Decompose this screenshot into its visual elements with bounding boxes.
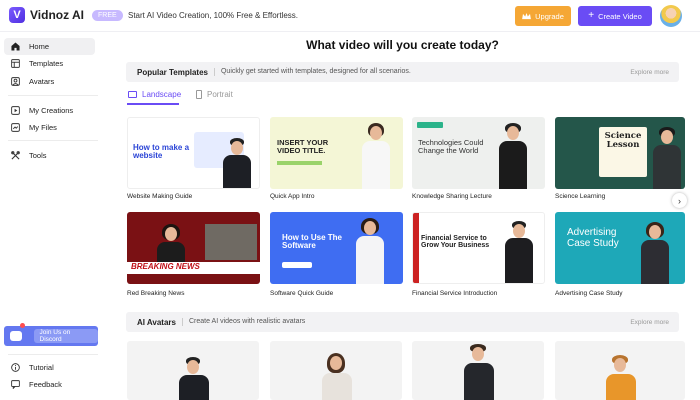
sidebar-item-label: Avatars [29,77,55,86]
user-avatar[interactable] [660,5,682,27]
logo-text: Vidnoz AI [30,8,84,22]
notification-dot [20,323,25,328]
explore-more-link[interactable]: Explore more [630,69,669,76]
template-card-software-quick-guide[interactable]: How to Use The Software [270,212,403,284]
thumb-title: Science Lesson [604,131,642,150]
create-video-label: Create Video [598,11,642,21]
template-caption: Quick App Intro [270,193,315,200]
portrait-icon [196,90,202,99]
sidebar-item-label: My Creations [29,106,74,115]
template-card-red-breaking-news[interactable]: BREAKING NEWS [127,212,260,284]
landscape-icon [128,91,137,98]
plus-icon: + [588,10,595,21]
template-caption: Science Learning [555,193,606,200]
crown-icon [522,12,531,19]
divider [8,95,98,96]
template-caption: Website Making Guide [127,193,193,200]
thumb-title: INSERT YOUR VIDEO TITLE. [277,138,329,155]
thumb-title: How to make a website [133,143,190,161]
sidebar-item-label: Feedback [29,380,62,389]
upgrade-button[interactable]: Upgrade [515,6,571,26]
sidebar-item-tools[interactable]: Tools [4,147,95,164]
avatars-icon [11,77,20,86]
sidebar-item-label: Tools [29,151,47,160]
template-caption: Advertising Case Study [555,290,623,297]
template-card-science-learning[interactable]: Science Lesson [555,117,685,189]
avatar-card[interactable] [127,341,259,400]
section-description: Create AI videos with realistic avatars [181,318,305,326]
divider [8,354,98,355]
free-badge: FREE [92,9,123,21]
logo-icon: V [9,7,25,23]
tab-label: Landscape [142,90,182,99]
top-bar: V Vidnoz AI FREE Start AI Video Creation… [0,0,700,32]
sidebar-item-label: Templates [29,59,64,68]
templates-section-header: Popular Templates Quickly get started wi… [126,62,679,82]
discord-banner[interactable]: Join Us on Discord [4,323,98,346]
play-icon [11,106,20,115]
logo[interactable]: V Vidnoz AI FREE [9,7,123,23]
create-video-button[interactable]: + Create Video [578,6,652,26]
template-caption: Software Quick Guide [270,290,334,297]
sidebar-item-my-files[interactable]: My Files [4,119,95,136]
discord-icon [10,331,22,341]
page-title: What video will you create today? [306,38,499,52]
info-icon [11,363,20,372]
template-card-advertising-case-study[interactable]: Advertising Case Study [555,212,685,284]
join-discord-button[interactable]: Join Us on Discord [33,329,98,343]
thumb-graphic [413,213,419,283]
template-caption: Financial Service Introduction [412,290,498,297]
template-caption: Knowledge Sharing Lecture [412,193,492,200]
sidebar-item-home[interactable]: Home [4,38,95,55]
thumb-title: Financial Service to Grow Your Business [421,235,490,250]
thumb-title: Advertising Case Study [567,227,619,249]
section-title: AI Avatars [137,317,176,327]
sidebar-item-feedback[interactable]: Feedback [4,376,95,393]
sidebar-item-tutorial[interactable]: Tutorial [4,359,95,376]
tab-portrait[interactable]: Portrait [196,90,233,99]
tab-landscape[interactable]: Landscape [128,90,181,99]
feedback-icon [11,380,20,389]
home-icon [11,42,20,51]
thumb-title: BREAKING NEWS [131,262,200,271]
avatar-card[interactable] [270,341,402,400]
template-card-financial-service[interactable]: Financial Service to Grow Your Business [412,212,545,284]
divider [8,140,98,141]
template-card-knowledge-sharing[interactable]: Technologies Could Change the World [412,117,545,189]
section-description: Quickly get started with templates, desi… [213,68,411,76]
thumb-title: Technologies Could Change the World [418,138,484,155]
sidebar-item-label: My Files [29,123,57,132]
sidebar-item-label: Home [29,42,50,51]
tools-icon [11,151,20,160]
thumb-title: How to Use The Software [282,233,343,251]
thumb-graphic [277,161,322,165]
active-tab-indicator [127,103,179,105]
templates-icon [11,59,20,68]
avatar-card[interactable] [555,341,685,400]
sidebar-item-avatars[interactable]: Avatars [4,73,95,90]
thumb-graphic [282,262,312,268]
thumb-graphic [205,224,257,260]
tab-label: Portrait [207,90,233,99]
folder-icon [11,123,20,132]
template-card-quick-app-intro[interactable]: INSERT YOUR VIDEO TITLE. [270,117,403,189]
sidebar-item-my-creations[interactable]: My Creations [4,102,95,119]
upgrade-label: Upgrade [535,11,564,21]
tagline: Start AI Video Creation, 100% Free & Eff… [128,11,299,20]
template-card-website-making-guide[interactable]: How to make a website [127,117,260,189]
avatar-card[interactable] [412,341,544,400]
thumb-graphic [417,122,443,128]
avatars-section-header: AI Avatars Create AI videos with realist… [126,312,679,332]
explore-more-link[interactable]: Explore more [630,319,669,326]
section-title: Popular Templates [137,67,208,77]
sidebar-item-templates[interactable]: Templates [4,55,95,72]
next-arrow-button[interactable]: › [672,193,687,208]
sidebar: Home Templates Avatars My Creations My F… [0,32,105,400]
sidebar-item-label: Tutorial [29,363,54,372]
template-caption: Red Breaking News [127,290,185,297]
